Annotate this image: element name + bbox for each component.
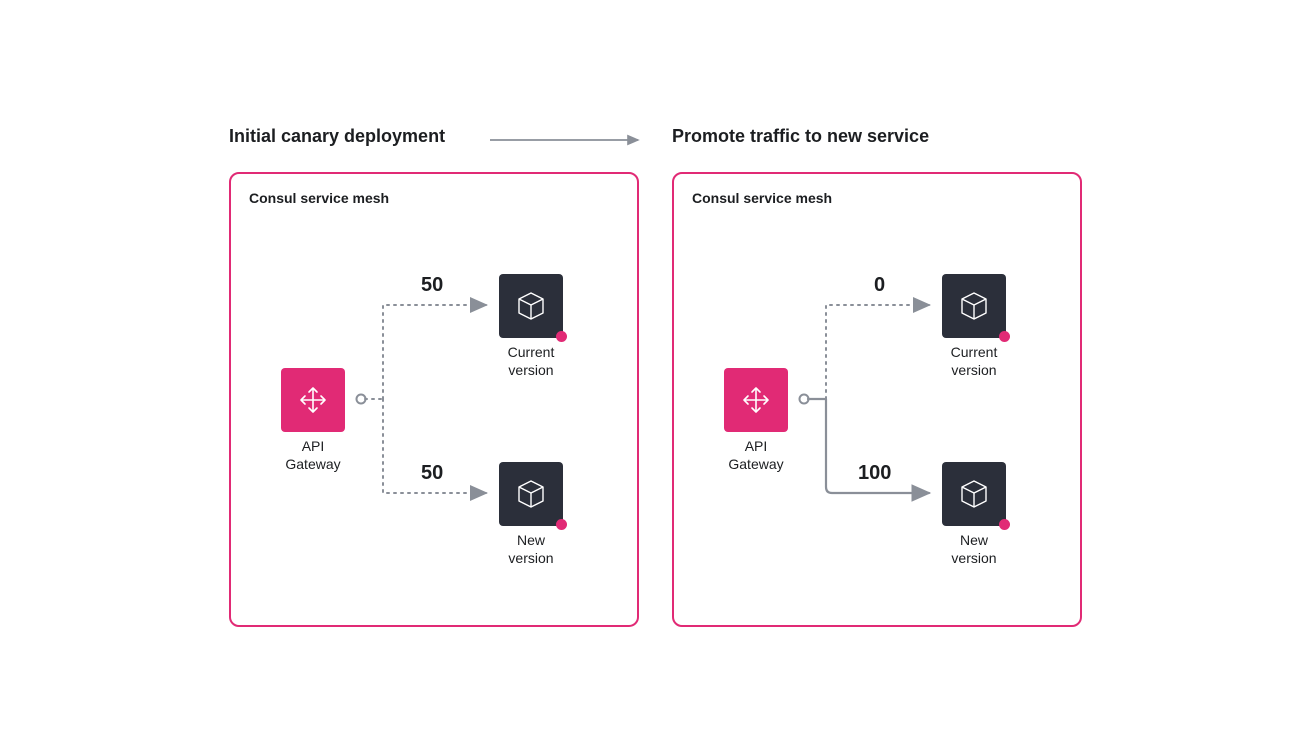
- panel-promote-traffic: Consul service mesh: [672, 172, 1082, 627]
- mesh-label-right: Consul service mesh: [692, 190, 832, 206]
- service-current-node: [499, 274, 563, 338]
- api-gateway-node: [724, 368, 788, 432]
- cube-icon: [957, 477, 991, 511]
- api-gateway-node: [281, 368, 345, 432]
- cube-icon: [514, 289, 548, 323]
- title-right: Promote traffic to new service: [672, 126, 929, 147]
- api-gateway-label: API Gateway: [268, 438, 358, 473]
- diagram-canvas: Initial canary deployment Promote traffi…: [0, 0, 1312, 738]
- status-dot-icon: [999, 519, 1010, 530]
- move-arrows-icon: [298, 385, 328, 415]
- title-left: Initial canary deployment: [229, 126, 445, 147]
- api-gateway-label: API Gateway: [711, 438, 801, 473]
- status-dot-icon: [556, 519, 567, 530]
- service-new-node: [499, 462, 563, 526]
- api-gateway-label-text: API Gateway: [285, 438, 340, 472]
- status-dot-icon: [999, 331, 1010, 342]
- cube-icon: [957, 289, 991, 323]
- service-new-label-text: New version: [951, 532, 996, 566]
- service-new-label-text: New version: [508, 532, 553, 566]
- service-current-label: Current version: [486, 344, 576, 379]
- service-new-label: New version: [486, 532, 576, 567]
- service-new-label: New version: [929, 532, 1019, 567]
- service-new-node: [942, 462, 1006, 526]
- cube-icon: [514, 477, 548, 511]
- panel-initial-canary: Consul service mesh: [229, 172, 639, 627]
- transition-arrow: [490, 132, 650, 148]
- move-arrows-icon: [741, 385, 771, 415]
- service-current-label: Current version: [929, 344, 1019, 379]
- service-current-label-text: Current version: [508, 344, 555, 378]
- api-gateway-label-text: API Gateway: [728, 438, 783, 472]
- service-current-label-text: Current version: [951, 344, 998, 378]
- weight-new-left: 50: [421, 462, 443, 485]
- weight-new-right: 100: [858, 462, 891, 485]
- mesh-label-left: Consul service mesh: [249, 190, 389, 206]
- status-dot-icon: [556, 331, 567, 342]
- weight-current-right: 0: [874, 274, 885, 297]
- weight-current-left: 50: [421, 274, 443, 297]
- service-current-node: [942, 274, 1006, 338]
